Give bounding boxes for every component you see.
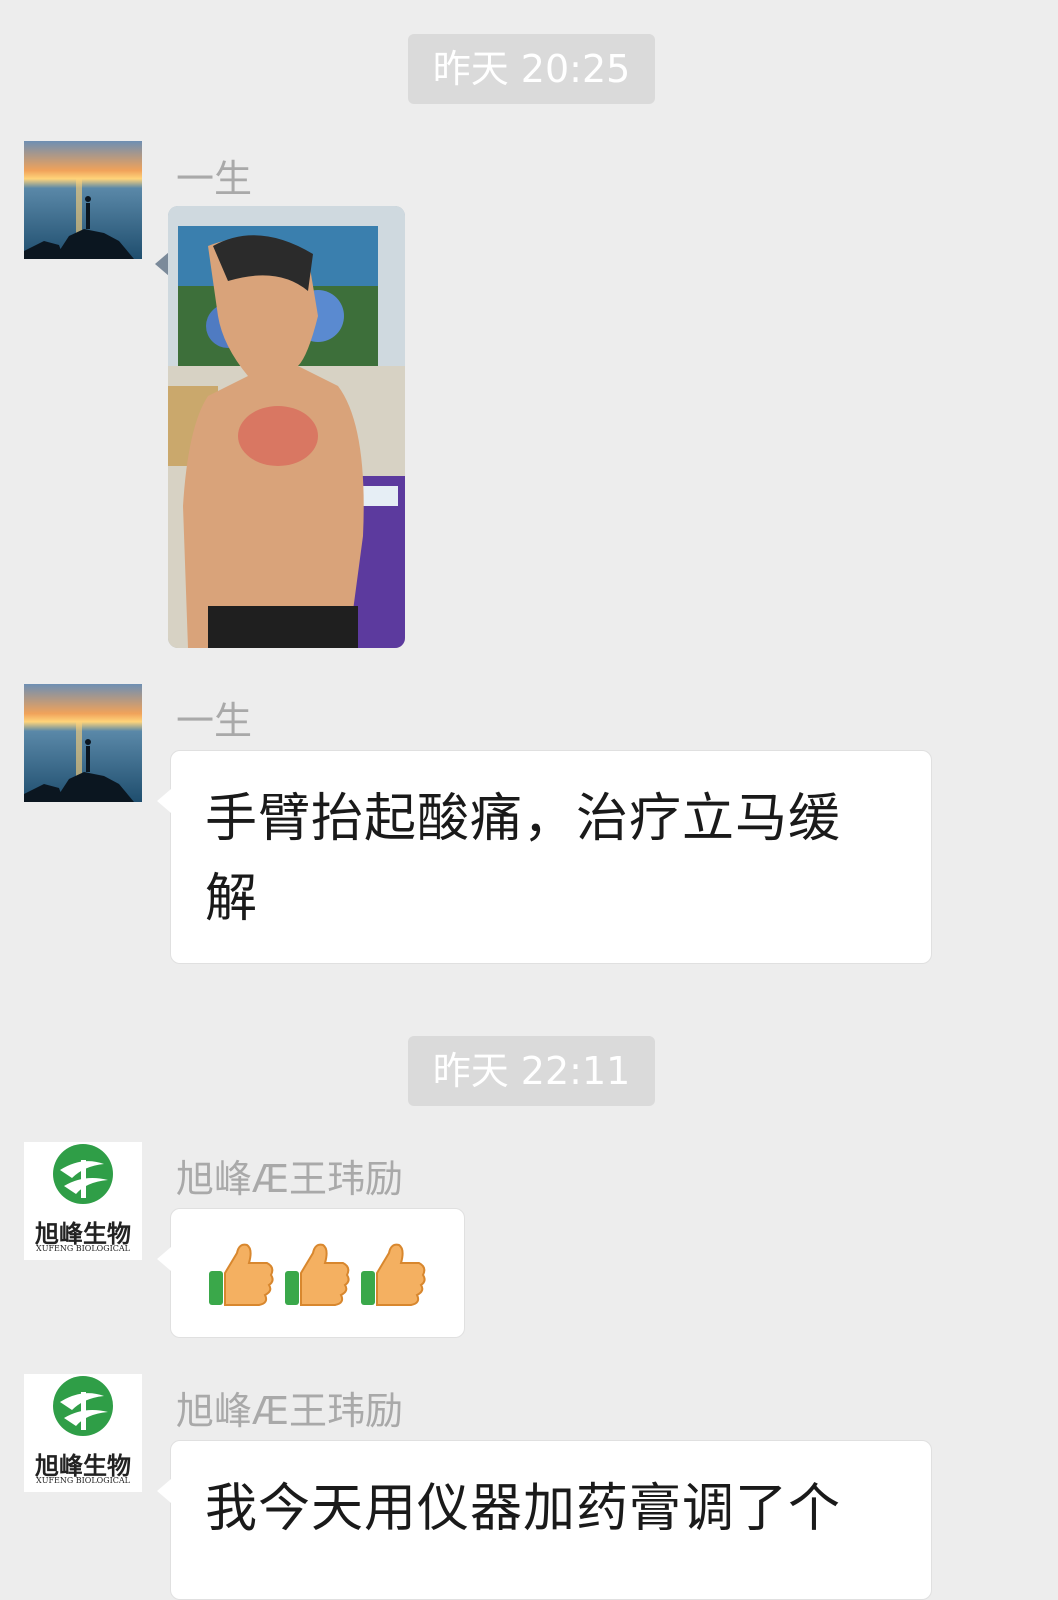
- message-text-line: 解: [205, 869, 259, 929]
- sender-name: 旭峰Æ王玮励: [176, 1157, 404, 1201]
- chat-image-message[interactable]: [168, 206, 405, 648]
- avatar-xufeng-logo[interactable]: 旭峰生物 XUFENG BIOLOGICAL: [24, 1374, 142, 1492]
- sunset-avatar-image: [24, 684, 142, 802]
- timestamp-1: 昨天 20:25: [408, 34, 655, 104]
- text-message-bubble[interactable]: 我今天用仪器加药膏调了个: [157, 1440, 932, 1600]
- logo-brand-en: XUFENG BIOLOGICAL: [36, 1244, 130, 1253]
- sender-name: 一生: [176, 157, 253, 201]
- timestamp-2: 昨天 22:11: [408, 1036, 655, 1106]
- thumbs-up-icon: [283, 1239, 351, 1309]
- message-text-line: 手臂抬起酸痛，治疗立马缓: [205, 789, 842, 849]
- avatar-xufeng-logo[interactable]: 旭峰生物 XUFENG BIOLOGICAL: [24, 1142, 142, 1260]
- sender-name: 旭峰Æ王玮励: [176, 1389, 404, 1433]
- emoji-message-bubble[interactable]: [157, 1208, 465, 1338]
- treatment-photo: [168, 206, 405, 648]
- sender-name: 一生: [176, 699, 253, 743]
- sunset-avatar-image: [24, 141, 142, 259]
- bubble-tail: [155, 252, 169, 276]
- text-message-bubble[interactable]: 手臂抬起酸痛，治疗立马缓 解: [157, 750, 932, 964]
- xufeng-logo-icon: [53, 1144, 113, 1204]
- message-text-line: 我今天用仪器加药膏调了个: [205, 1479, 842, 1539]
- logo-brand-en: XUFENG BIOLOGICAL: [36, 1476, 130, 1485]
- thumbs-up-icon: [359, 1239, 427, 1309]
- avatar-sunset[interactable]: [24, 684, 142, 802]
- thumbs-up-icon: [207, 1239, 275, 1309]
- xufeng-logo-icon: [53, 1376, 113, 1436]
- avatar-sunset[interactable]: [24, 141, 142, 259]
